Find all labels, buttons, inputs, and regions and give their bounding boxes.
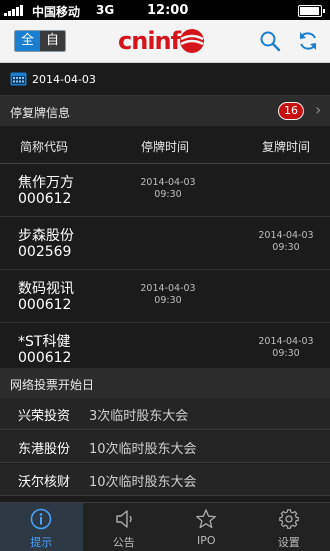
table-row[interactable]: 焦作万方 000612 2014-04-0309:30	[0, 164, 330, 217]
stock-name: *ST科健	[18, 331, 70, 351]
tab-settings[interactable]: 设置	[248, 503, 330, 551]
date-bar[interactable]: 2014-04-03	[0, 63, 330, 96]
refresh-icon[interactable]	[296, 29, 320, 53]
signal-icon	[4, 5, 23, 16]
tab-label: 公告	[83, 534, 166, 550]
tab-bar: 提示 公告 IPO 设置	[0, 502, 330, 551]
stock-code: 000612	[18, 191, 71, 207]
info-icon	[30, 508, 52, 530]
tab-label: IPO	[165, 534, 248, 547]
battery-icon	[298, 5, 322, 17]
suspend-time: 2014-04-0309:30	[138, 283, 198, 307]
search-icon[interactable]	[258, 29, 282, 53]
suspend-time-text: 09:30	[138, 189, 198, 201]
mode-toggle[interactable]: 全 自	[14, 30, 66, 52]
column-header-suspend: 停牌时间	[141, 138, 189, 155]
app-header: 全 自 cninf	[0, 20, 330, 63]
meeting-name: 10次临时股东大会	[89, 471, 197, 490]
voting-section-header[interactable]: 网络投票开始日	[0, 368, 330, 398]
column-header-resume: 复牌时间	[262, 138, 310, 155]
stock-name: 东港股份	[18, 438, 70, 457]
stock-name: 兴荣投资	[18, 405, 70, 424]
stock-code: 000612	[18, 297, 71, 313]
table-header: 简称代码 停牌时间 复牌时间	[0, 127, 330, 164]
table-row[interactable]: 步森股份 002569 2014-04-0309:30	[0, 217, 330, 270]
meeting-name: 10次临时股东大会	[89, 438, 197, 457]
network-label: 3G	[96, 3, 114, 17]
section-title: 网络投票开始日	[10, 376, 94, 393]
list-item[interactable]: 兴荣投资 3次临时股东大会	[0, 398, 330, 430]
table-row[interactable]: 数码视讯 000612 2014-04-0309:30	[0, 270, 330, 323]
brand-logo: cninf	[118, 26, 206, 56]
tab-tips[interactable]: 提示	[0, 503, 83, 551]
status-bar: 中国移动 3G 12:00	[0, 0, 330, 20]
tab-label: 提示	[0, 534, 83, 550]
star-icon	[195, 508, 217, 530]
stock-code: 000612	[18, 350, 71, 366]
meeting-name: 3次临时股东大会	[89, 405, 188, 424]
suspend-time-text: 09:30	[138, 295, 198, 307]
toggle-self[interactable]: 自	[40, 31, 65, 51]
count-badge: 16	[278, 102, 304, 120]
logo-text: cninf	[118, 27, 180, 55]
resume-time: 2014-04-0309:30	[256, 336, 316, 360]
toggle-all[interactable]: 全	[15, 31, 40, 51]
column-header-name: 简称代码	[20, 138, 68, 155]
suspend-date-text: 2014-04-03	[138, 283, 198, 295]
selected-date: 2014-04-03	[32, 73, 96, 86]
logo-mark-icon	[178, 27, 206, 55]
stock-name: 数码视讯	[18, 278, 74, 298]
stock-name: 步森股份	[18, 225, 74, 245]
resume-date-text: 2014-04-03	[256, 336, 316, 348]
list-item[interactable]: 沃尔核财 10次临时股东大会	[0, 464, 330, 496]
carrier-label: 中国移动	[32, 3, 80, 20]
suspend-date-text: 2014-04-03	[138, 177, 198, 189]
gear-icon	[278, 508, 300, 530]
chevron-right-icon[interactable]: ›	[315, 102, 321, 118]
resume-time: 2014-04-0309:30	[256, 230, 316, 254]
list-item[interactable]: 东港股份 10次临时股东大会	[0, 431, 330, 463]
tab-announcements[interactable]: 公告	[83, 503, 166, 551]
stock-name: 沃尔核财	[18, 471, 70, 490]
calendar-icon[interactable]	[10, 71, 27, 86]
suspension-section-header[interactable]: 停复牌信息 16 ›	[0, 96, 330, 126]
speaker-icon	[113, 508, 135, 530]
tab-ipo[interactable]: IPO	[165, 503, 248, 551]
tab-label: 设置	[248, 534, 330, 550]
clock: 12:00	[147, 3, 188, 18]
resume-time-text: 09:30	[256, 348, 316, 360]
resume-date-text: 2014-04-03	[256, 230, 316, 242]
section-title: 停复牌信息	[10, 104, 70, 121]
suspend-time: 2014-04-0309:30	[138, 177, 198, 201]
stock-code: 002569	[18, 244, 71, 260]
stock-name: 焦作万方	[18, 172, 74, 192]
resume-time-text: 09:30	[256, 242, 316, 254]
